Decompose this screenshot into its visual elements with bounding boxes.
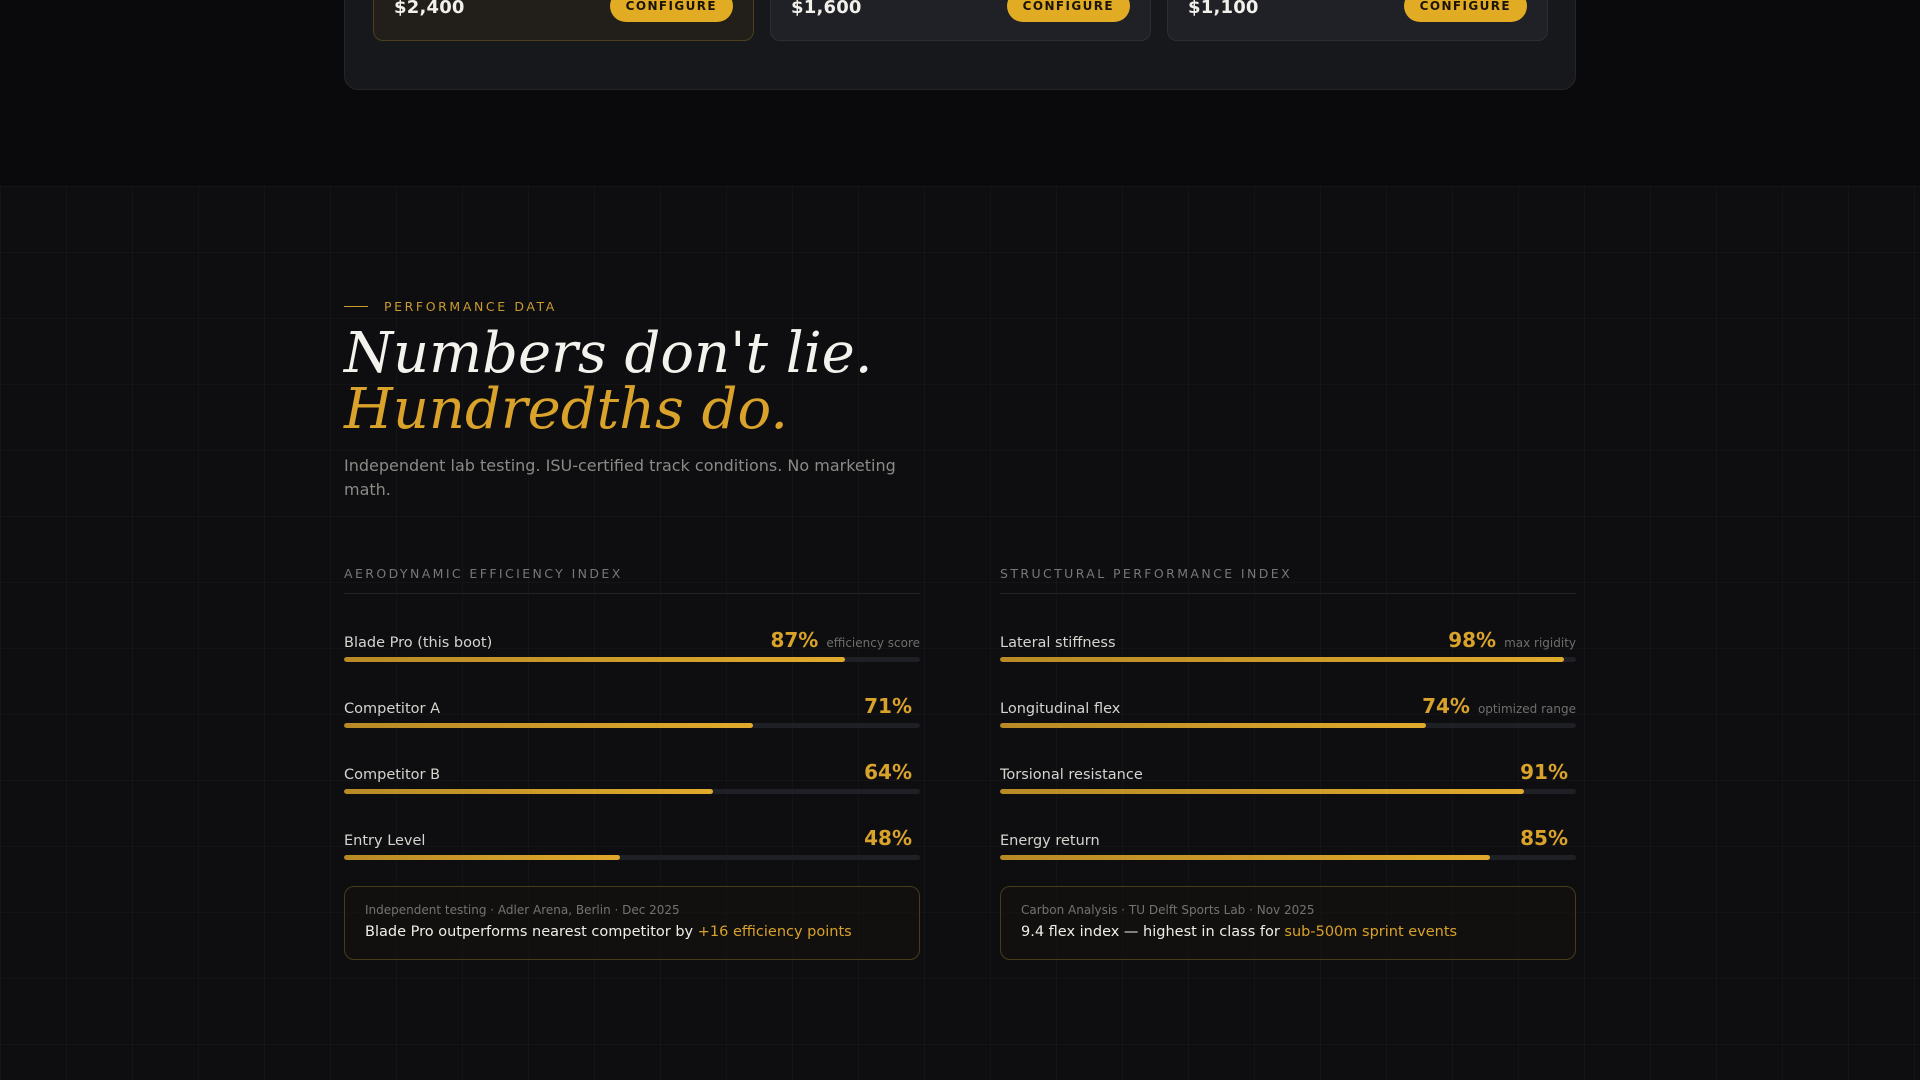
metric-value: 91% <box>1520 760 1568 784</box>
metric-label: Blade Pro (this boot) <box>344 635 493 651</box>
metric-bar-track <box>1000 657 1576 662</box>
metric-bar-track <box>344 657 920 662</box>
structural-index-panel: STRUCTURAL PERFORMANCE INDEX Lateral sti… <box>1000 566 1576 960</box>
metric-bar-fill <box>1000 789 1525 794</box>
structural-index-title: STRUCTURAL PERFORMANCE INDEX <box>1000 566 1576 594</box>
headline-line-1: Numbers don't lie. <box>344 321 873 386</box>
metric-label: Entry Level <box>344 833 426 849</box>
pricing-panel: $2,400 CONFIGURE $1,600 CONFIGURE $1,100… <box>344 0 1576 90</box>
eyebrow-divider <box>344 306 368 307</box>
aero-index-title: AERODYNAMIC EFFICIENCY INDEX <box>344 566 920 594</box>
metric-bar-fill <box>344 657 846 662</box>
tier-price: $1,600 <box>791 0 862 18</box>
aero-metrics: Blade Pro (this boot) 87% efficiency sco… <box>344 594 920 866</box>
metric-row: Entry Level 48% <box>344 800 920 866</box>
metric-value: 85% <box>1520 826 1568 850</box>
tier-card: $1,600 CONFIGURE <box>770 0 1151 41</box>
pricing-zone: $2,400 CONFIGURE $1,600 CONFIGURE $1,100… <box>0 0 1920 186</box>
metric-value: 48% <box>864 826 912 850</box>
metric-label: Competitor A <box>344 701 441 717</box>
metric-bar-fill <box>344 855 621 860</box>
metric-bar-track <box>1000 723 1576 728</box>
metric-value: 87% <box>770 628 819 652</box>
metric-row: Torsional resistance 91% <box>1000 734 1576 800</box>
metric-label: Longitudinal flex <box>1000 701 1121 717</box>
metric-row: Competitor A 71% <box>344 668 920 734</box>
metric-row: Lateral stiffness 98% max rigidity <box>1000 602 1576 668</box>
callout-text: Blade Pro outperforms nearest competitor… <box>365 924 899 940</box>
tier-price: $1,100 <box>1188 0 1259 18</box>
metric-label: Torsional resistance <box>1000 767 1143 783</box>
configure-button[interactable]: CONFIGURE <box>1006 0 1130 22</box>
configure-button[interactable]: CONFIGURE <box>609 0 733 22</box>
metric-value: 98% <box>1448 628 1497 652</box>
callout-source: Independent testing · Adler Arena, Berli… <box>365 903 680 917</box>
metric-note: optimized range <box>1477 702 1576 716</box>
section-eyebrow: PERFORMANCE DATA <box>344 299 557 314</box>
callout-highlight: +16 efficiency points <box>697 924 852 940</box>
metric-label: Competitor B <box>344 767 441 783</box>
metric-row: Energy return 85% <box>1000 800 1576 866</box>
metric-bar-fill <box>344 789 713 794</box>
aero-index-panel: AERODYNAMIC EFFICIENCY INDEX Blade Pro (… <box>344 566 920 960</box>
metric-bar-track <box>1000 789 1576 794</box>
tier-card: $2,400 CONFIGURE <box>373 0 754 41</box>
metric-note: efficiency score <box>826 636 920 650</box>
metric-label: Lateral stiffness <box>1000 635 1116 651</box>
callout-body: Blade Pro outperforms nearest competitor… <box>365 924 698 940</box>
headline-line-2: Hundredths do. <box>344 377 789 442</box>
metric-row: Longitudinal flex 74% optimized range <box>1000 668 1576 734</box>
metric-row: Competitor B 64% <box>344 734 920 800</box>
structural-callout: Carbon Analysis · TU Delft Sports Lab · … <box>1000 886 1576 960</box>
metric-bar-fill <box>1000 855 1490 860</box>
section-headline: Numbers don't lie. Hundredths do. <box>344 326 873 438</box>
eyebrow-label: PERFORMANCE DATA <box>384 299 557 314</box>
metric-bar-fill <box>1000 657 1565 662</box>
tier-card: $1,100 CONFIGURE <box>1167 0 1548 41</box>
tier-price: $2,400 <box>394 0 465 18</box>
metric-label: Energy return <box>1000 833 1100 849</box>
metric-value: 71% <box>864 694 912 718</box>
performance-section: PERFORMANCE DATA Numbers don't lie. Hund… <box>0 186 1920 1080</box>
callout-highlight: sub-500m sprint events <box>1284 924 1458 940</box>
callout-body: 9.4 flex index — highest in class for <box>1021 924 1285 940</box>
callout-text: 9.4 flex index — highest in class for su… <box>1021 924 1555 940</box>
section-subtext: Independent lab testing. ISU-certified t… <box>344 456 896 499</box>
metric-bar-fill <box>344 723 753 728</box>
metric-value: 64% <box>864 760 912 784</box>
metric-bar-fill <box>1000 723 1427 728</box>
metric-value: 74% <box>1422 694 1470 718</box>
metric-bar-track <box>1000 855 1576 860</box>
metric-bar-track <box>344 789 920 794</box>
metric-row: Blade Pro (this boot) 87% efficiency sco… <box>344 602 920 668</box>
metric-bar-track <box>344 723 920 728</box>
metric-note: max rigidity <box>1504 636 1576 650</box>
metric-bar-track <box>344 855 920 860</box>
aero-callout: Independent testing · Adler Arena, Berli… <box>344 886 920 960</box>
callout-source: Carbon Analysis · TU Delft Sports Lab · … <box>1021 903 1315 917</box>
structural-metrics: Lateral stiffness 98% max rigidity Longi… <box>1000 594 1576 866</box>
configure-button[interactable]: CONFIGURE <box>1403 0 1527 22</box>
